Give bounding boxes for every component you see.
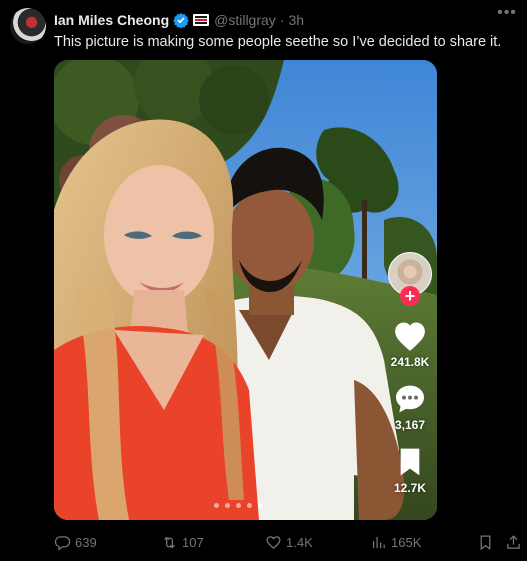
author-avatar[interactable] — [10, 8, 46, 44]
views-icon — [372, 536, 385, 548]
save-count: 12.7K — [393, 481, 427, 495]
repost-count: 107 — [182, 534, 204, 550]
reply-button[interactable]: 639 — [54, 534, 97, 551]
tweet: Ian Miles Cheong @stillgray · 3h ••• Thi… — [0, 0, 527, 561]
carousel-dots — [214, 503, 263, 508]
carousel-dot[interactable] — [247, 503, 252, 508]
tweet-actions: 639 107 1.4K 165K — [54, 532, 522, 552]
follow-plus-icon[interactable]: + — [400, 286, 420, 306]
reply-count: 639 — [75, 534, 97, 550]
comment-icon — [396, 385, 424, 413]
like-count-label: 1.4K — [286, 534, 313, 550]
repost-button[interactable]: 107 — [161, 534, 204, 551]
bookmark-outline-icon — [480, 534, 491, 550]
reply-icon — [54, 535, 71, 551]
carousel-dot[interactable] — [236, 503, 241, 508]
like-count: 241.8K — [390, 355, 430, 369]
comment-count: 3,167 — [394, 418, 426, 432]
heart-icon — [395, 322, 425, 351]
bookmark-icon — [400, 448, 420, 476]
affiliate-flag-icon[interactable] — [193, 14, 210, 26]
photo — [54, 60, 437, 520]
views-count: 165K — [391, 534, 422, 550]
tweet-text: This picture is making some people seeth… — [54, 34, 502, 50]
carousel-dot[interactable] — [225, 503, 230, 508]
author-display-name[interactable]: Ian Miles Cheong — [54, 12, 169, 28]
tweet-header: Ian Miles Cheong @stillgray · 3h — [54, 11, 304, 29]
verified-badge-icon — [173, 13, 189, 28]
more-icon[interactable]: ••• — [497, 5, 517, 24]
like-button[interactable]: 1.4K — [265, 534, 313, 551]
like-overlay[interactable]: 241.8K — [390, 320, 430, 369]
save-overlay[interactable]: 12.7K — [393, 446, 427, 495]
carousel-dot[interactable] — [214, 503, 219, 508]
carousel-dot-active[interactable] — [258, 503, 263, 508]
like-icon — [266, 535, 281, 549]
tweet-media[interactable]: + 241.8K 3,167 12.7K — [54, 60, 437, 520]
share-button[interactable] — [505, 534, 522, 551]
comment-overlay[interactable]: 3,167 — [393, 383, 427, 432]
tiktok-side-rail: + 241.8K 3,167 12.7K — [387, 252, 433, 495]
tweet-timestamp[interactable]: 3h — [288, 12, 304, 28]
bookmark-button[interactable] — [477, 534, 494, 551]
separator-dot: · — [279, 12, 285, 28]
views-button[interactable]: 165K — [370, 534, 421, 551]
repost-icon — [164, 536, 175, 548]
author-handle[interactable]: @stillgray — [214, 12, 276, 28]
share-icon — [507, 534, 520, 549]
